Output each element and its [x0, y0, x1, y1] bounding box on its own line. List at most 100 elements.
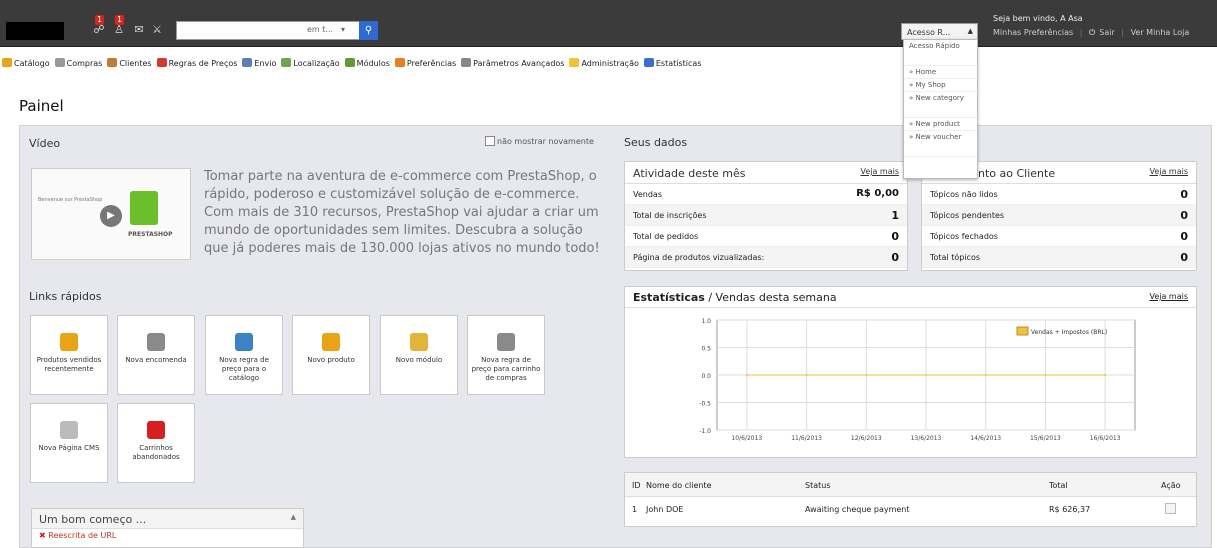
quick-access-option[interactable]: » New voucher — [904, 131, 977, 157]
quick-link[interactable]: Nova regra de preço para o catálogo — [205, 315, 283, 395]
x-tick-label: 10/6/2013 — [731, 435, 762, 442]
adv-icon — [147, 421, 165, 439]
quick-link-label: Novo módulo — [395, 356, 443, 364]
menu-item-1[interactable]: Compras — [54, 58, 103, 68]
quick-link-label: Produtos vendidos recentemente — [36, 356, 102, 373]
y-tick-label: -1.0 — [699, 428, 711, 435]
menu-item-label: Catálogo — [14, 59, 50, 68]
quick-access-option[interactable]: » Home — [904, 66, 977, 79]
menu-item-label: Módulos — [356, 59, 390, 68]
order-id: 1 — [632, 505, 638, 514]
book-icon — [235, 333, 253, 351]
service-more-link[interactable]: Veja mais — [1149, 167, 1188, 176]
hide-video-checkbox[interactable]: não mostrar novamente — [485, 136, 594, 146]
x-tick-label: 11/6/2013 — [791, 435, 822, 442]
y-tick-label: -0.5 — [699, 401, 711, 408]
menu-item-2[interactable]: Clientes — [107, 58, 152, 68]
orders-table: ID Nome do cliente Status Total Ação 1 J… — [624, 472, 1197, 527]
play-icon[interactable]: ▶ — [100, 205, 122, 227]
row-label: Tópicos fechados — [930, 232, 998, 241]
url-rewrite-item[interactable]: ✖ Reescrita de URL — [32, 529, 303, 542]
x-tick-label: 12/6/2013 — [851, 435, 882, 442]
menu-item-label: Administração — [581, 59, 639, 68]
intro-text: Tomar parte na aventura de e-commerce co… — [204, 169, 600, 256]
quick-link-label: Nova Página CMS — [38, 444, 100, 452]
cart-icon[interactable]: ☍ 1 — [92, 15, 106, 36]
menu-icon — [643, 58, 654, 67]
col-id: ID — [632, 481, 641, 490]
quick-link[interactable]: Carrinhos abandonados — [117, 403, 195, 483]
quick-link-label: Nova regra de preço para o catálogo — [219, 356, 269, 382]
menu-item-7[interactable]: Preferências — [394, 58, 457, 68]
video-heading: Vídeo — [29, 137, 61, 150]
quick-access-option[interactable]: » My Shop — [904, 79, 977, 92]
quick-link[interactable]: Nova regra de preço para carrinho de com… — [467, 315, 545, 395]
preferences-link[interactable]: Minhas Preferências — [993, 28, 1073, 37]
row-label: Tópicos pendentes — [930, 211, 1005, 220]
quick-access-select[interactable]: Acesso R... ▲ — [901, 23, 978, 40]
page-add-icon — [60, 421, 78, 439]
menu-item-6[interactable]: Módulos — [344, 58, 390, 68]
table-row[interactable]: 1 John DOE Awaiting cheque payment R$ 62… — [625, 497, 1196, 525]
view-order-icon[interactable] — [1165, 503, 1176, 514]
menu-item-5[interactable]: Localização — [281, 58, 340, 68]
menu-icon — [569, 58, 580, 67]
quick-link[interactable]: Nova Página CMS — [30, 403, 108, 483]
legend-label: Vendas + Impostos (BRL) — [1031, 329, 1107, 336]
menu-item-label: Preferências — [406, 59, 457, 68]
menu-item-0[interactable]: Catálogo — [2, 58, 50, 68]
quick-link[interactable]: Nova encomenda — [117, 315, 195, 395]
data-point — [865, 374, 868, 376]
shop-logo[interactable] — [6, 22, 64, 40]
menu-item-label: Compras — [66, 59, 103, 68]
col-customer: Nome do cliente — [646, 481, 712, 490]
row-value: 0 — [891, 230, 899, 243]
menu-icon — [461, 58, 472, 67]
search-button[interactable]: ⚲ — [359, 21, 378, 40]
menu-item-10[interactable]: Estatísticas — [643, 58, 702, 68]
quick-link[interactable]: Produtos vendidos recentemente — [30, 315, 108, 395]
view-store-link[interactable]: Ver Minha Loja — [1131, 28, 1190, 37]
y-tick-label: 0.5 — [701, 346, 711, 353]
quick-link-label: Carrinhos abandonados — [132, 444, 180, 461]
activity-row: Total de inscrições 1 — [625, 205, 907, 226]
service-row: Tópicos fechados 0 — [922, 226, 1196, 247]
menu-item-4[interactable]: Envio — [242, 58, 276, 68]
video-thumbnail[interactable]: Benvenue sur PrestaShop ▶ PRESTASHOP — [31, 168, 191, 260]
menu-item-9[interactable]: Administração — [569, 58, 639, 68]
error-icon: ✖ — [39, 531, 46, 540]
logout-link[interactable]: Sair — [1099, 28, 1115, 37]
activity-row: Página de produtos vizualizadas: 0 — [625, 247, 907, 268]
power-icon: ⏻ — [1088, 28, 1096, 37]
quick-access-option[interactable]: » New product — [904, 118, 977, 131]
search-input[interactable]: em t... ▾ ⚲ — [176, 21, 378, 40]
menu-item-3[interactable]: Regras de Preços — [156, 58, 237, 68]
stats-panel: Estatísticas / Vendas desta semana Veja m… — [624, 286, 1197, 458]
quick-link[interactable]: Novo módulo — [380, 315, 458, 395]
stats-heading: Estatísticas / Vendas desta semana Veja m… — [625, 287, 1196, 308]
thumb-text: Benvenue sur PrestaShop — [38, 197, 103, 203]
stats-more-link[interactable]: Veja mais — [1149, 292, 1188, 301]
cart-icon — [147, 333, 165, 351]
orders-badge: 1 — [95, 15, 105, 25]
search-scope-select[interactable]: em t... ▾ — [307, 25, 345, 34]
row-label: Total tópicos — [930, 253, 981, 262]
shopping-bag-icon — [130, 191, 158, 225]
customers-icon[interactable]: ♙ 1 — [112, 15, 126, 36]
menu-icon — [2, 58, 12, 67]
menu-icon — [394, 58, 405, 67]
your-data-heading: Seus dados — [624, 136, 688, 149]
menu-item-8[interactable]: Parâmetros Avançados — [461, 58, 564, 68]
menu-item-label: Envio — [254, 59, 277, 68]
trophy-icon[interactable]: ⚔ — [150, 24, 164, 36]
quick-link[interactable]: Novo produto — [292, 315, 370, 395]
good-start-box: Um bom começo ... ▲ ✖ Reescrita de URL — [31, 508, 304, 548]
quick-links-heading: Links rápidos — [29, 290, 102, 303]
service-row: Tópicos não lidos 0 — [922, 184, 1196, 205]
x-tick-label: 16/6/2013 — [1090, 435, 1121, 442]
top-bar: ☍ 1 ♙ 1 ✉ ⚔ em t... ▾ ⚲ Acesso R... ▲ Seja b… — [0, 0, 1217, 47]
messages-icon[interactable]: ✉ — [132, 24, 146, 36]
good-start-header[interactable]: Um bom começo ... ▲ — [32, 509, 303, 529]
activity-more-link[interactable]: Veja mais — [860, 167, 899, 176]
quick-access-option[interactable]: » New category — [904, 92, 977, 118]
